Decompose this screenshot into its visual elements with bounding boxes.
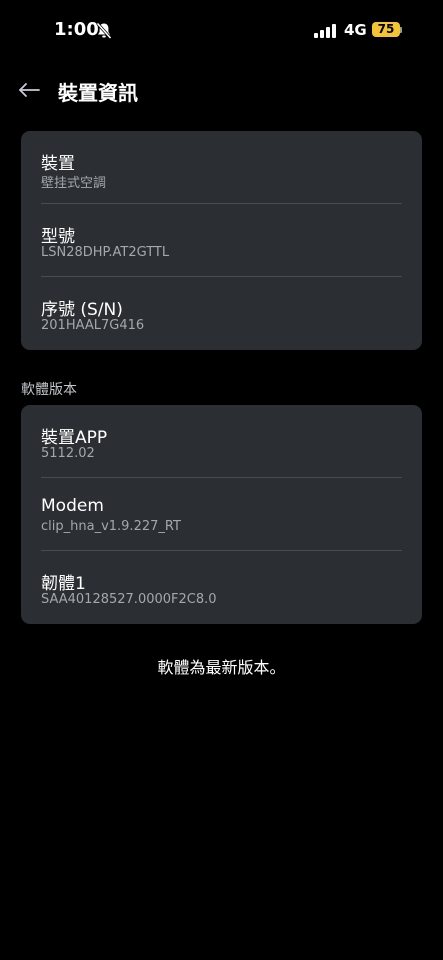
battery-cap	[400, 27, 402, 33]
list-item-device: 裝置 壁挂式空調	[21, 131, 422, 204]
device-info-card: 裝置 壁挂式空調 型號 LSN28DHP.AT2GTTL 序號 (S/N) 20…	[21, 131, 422, 350]
arrow-left-icon	[19, 83, 40, 97]
row-value: 5112.02	[41, 446, 95, 461]
back-button[interactable]	[14, 76, 44, 104]
row-title: 裝置	[41, 154, 75, 174]
row-title: 裝置APP	[41, 428, 108, 448]
status-time: 1:00	[54, 19, 99, 40]
row-value: LSN28DHP.AT2GTTL	[41, 245, 170, 260]
list-item-serial: 序號 (S/N) 201HAAL7G416	[21, 277, 422, 350]
update-status-text: 軟體為最新版本。	[157, 658, 286, 677]
row-title: 型號	[41, 227, 75, 247]
bell-off-icon	[96, 22, 112, 40]
signal-icon	[314, 23, 338, 38]
software-version-card: 裝置APP 5112.02 Modem clip_hna_v1.9.227_RT…	[21, 405, 422, 624]
list-item-modem: Modem clip_hna_v1.9.227_RT	[21, 478, 422, 551]
row-title: Modem	[41, 496, 104, 516]
section-label-software: 軟體版本	[21, 382, 77, 398]
battery-level: 75	[377, 22, 395, 36]
row-title: 韌體1	[41, 574, 86, 594]
network-type: 4G	[344, 21, 367, 39]
status-bar: 1:00 4G 75	[0, 0, 443, 60]
page-title: 裝置資訊	[58, 81, 138, 105]
row-value: 壁挂式空調	[41, 176, 107, 191]
battery-indicator: 75	[372, 22, 400, 37]
row-value: SAA40128527.0000F2C8.0	[41, 592, 217, 607]
row-value: 201HAAL7G416	[41, 318, 145, 333]
list-item-model: 型號 LSN28DHP.AT2GTTL	[21, 204, 422, 277]
row-value: clip_hna_v1.9.227_RT	[41, 519, 181, 534]
row-title: 序號 (S/N)	[41, 300, 123, 320]
list-item-firmware: 韌體1 SAA40128527.0000F2C8.0	[21, 551, 422, 624]
list-item-device-app: 裝置APP 5112.02	[21, 405, 422, 478]
